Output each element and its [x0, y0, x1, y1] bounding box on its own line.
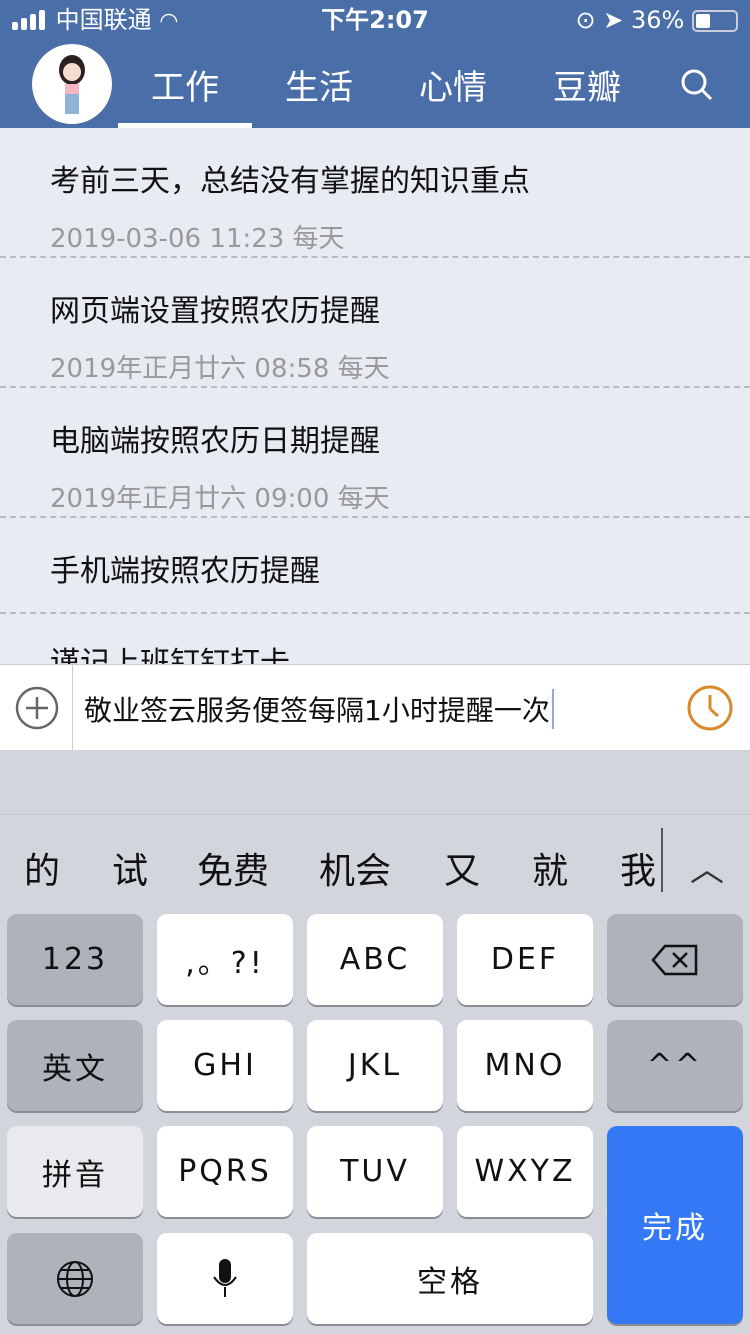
rotation-lock-icon: ⊙: [575, 6, 596, 34]
backspace-key[interactable]: [607, 914, 743, 1005]
key-123[interactable]: 123: [7, 914, 143, 1005]
item-title: 网页端设置按照农历提醒: [50, 294, 380, 329]
key-abc[interactable]: ABC: [307, 914, 443, 1005]
search-icon[interactable]: [680, 68, 714, 102]
list-item[interactable]: 电脑端按照农历日期提醒 2019年正月廿六 09:00 每天: [0, 388, 750, 518]
item-date: 2019年正月廿六 09:00 每天: [50, 484, 390, 514]
globe-icon: [57, 1260, 93, 1297]
list-item[interactable]: 手机端按照农历提醒: [0, 518, 750, 614]
divider: [72, 665, 73, 751]
candidate[interactable]: 又: [444, 842, 480, 894]
item-title: 手机端按照农历提醒: [50, 554, 320, 589]
item-date: 2019-03-06 11:23 每天: [50, 224, 345, 254]
candidate[interactable]: 试: [112, 842, 148, 894]
location-icon: ➤: [603, 6, 624, 34]
candidate[interactable]: 的: [24, 842, 60, 894]
battery-level: 36%: [631, 6, 685, 34]
backspace-icon: [651, 944, 698, 975]
tab-work[interactable]: 工作: [118, 60, 252, 109]
header: 中国联通 ◠ 下午2:07 ⊙ ➤ 36% 工作 生活 心情 豆瓣: [0, 0, 750, 128]
item-title: 考前三天，总结没有掌握的知识重点: [50, 164, 530, 199]
key-emoticon[interactable]: ^^: [607, 1020, 743, 1111]
list-item[interactable]: 网页端设置按照农历提醒 2019年正月廿六 08:58 每天: [0, 258, 750, 388]
list-item[interactable]: 谨记上班钉钉打卡: [0, 614, 750, 664]
avatar-image: [59, 55, 85, 114]
item-date: 2019年正月廿六 08:58 每天: [50, 354, 390, 384]
expand-candidates-icon[interactable]: ︿: [690, 842, 724, 891]
add-icon[interactable]: [14, 685, 60, 731]
reminder-input[interactable]: 敬业签云服务便签每隔1小时提醒一次: [84, 689, 554, 729]
key-def[interactable]: DEF: [457, 914, 593, 1005]
key-pinyin[interactable]: 拼音: [7, 1126, 143, 1217]
candidate[interactable]: 免费: [197, 842, 269, 894]
globe-key[interactable]: [7, 1233, 143, 1324]
key-jkl[interactable]: JKL: [307, 1020, 443, 1111]
key-mno[interactable]: MNO: [457, 1020, 593, 1111]
key-tuv[interactable]: TUV: [307, 1126, 443, 1217]
tab-douban[interactable]: 豆瓣: [520, 60, 654, 109]
space-key[interactable]: 空格: [307, 1233, 593, 1324]
avatar[interactable]: [32, 44, 112, 124]
key-english[interactable]: 英文: [7, 1020, 143, 1111]
input-bar: 敬业签云服务便签每隔1小时提醒一次: [0, 664, 750, 751]
key-ghi[interactable]: GHI: [157, 1020, 293, 1111]
tab-life[interactable]: 生活: [252, 60, 386, 109]
done-key[interactable]: 完成: [607, 1126, 743, 1324]
key-pqrs[interactable]: PQRS: [157, 1126, 293, 1217]
clock-icon[interactable]: [686, 684, 734, 732]
candidate[interactable]: 就: [532, 842, 568, 894]
keyboard: 的 试 免费 机会 又 就 我 ︿ 123 ,。?! ABC DEF 英文 GH…: [0, 750, 750, 1334]
item-title: 谨记上班钉钉打卡: [50, 646, 290, 664]
list-item[interactable]: 考前三天，总结没有掌握的知识重点 2019-03-06 11:23 每天: [0, 128, 750, 258]
key-wxyz[interactable]: WXYZ: [457, 1126, 593, 1217]
candidate[interactable]: 机会: [319, 842, 391, 894]
mic-key[interactable]: [157, 1233, 293, 1324]
tab-mood[interactable]: 心情: [386, 60, 520, 109]
item-title: 电脑端按照农历日期提醒: [50, 424, 380, 459]
battery-icon: [692, 10, 738, 32]
key-punct[interactable]: ,。?!: [157, 914, 293, 1005]
candidate[interactable]: 我: [620, 842, 656, 894]
status-right: ⊙ ➤ 36%: [576, 0, 738, 40]
microphone-icon: [213, 1258, 237, 1297]
